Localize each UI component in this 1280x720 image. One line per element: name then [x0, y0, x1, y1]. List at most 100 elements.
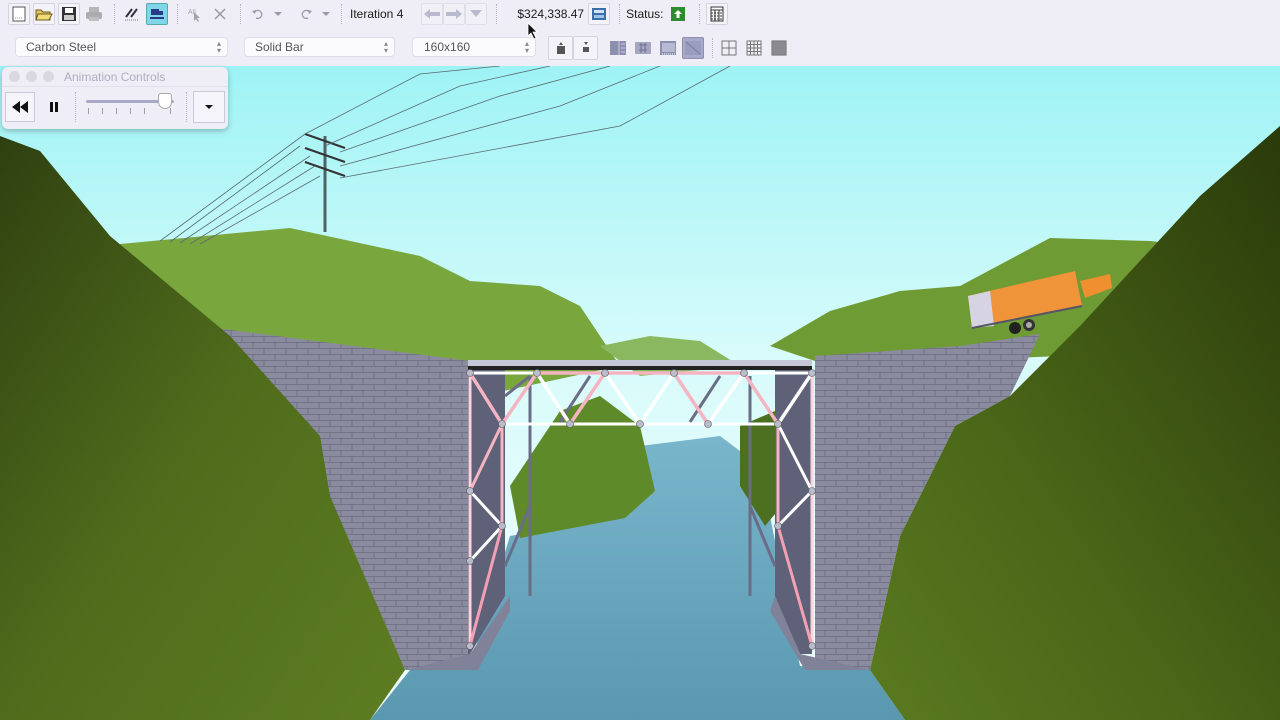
slider-thumb[interactable]	[158, 93, 173, 109]
redo-dropdown-button[interactable]	[320, 3, 332, 25]
toolbar-separator	[496, 4, 498, 24]
report-button[interactable]	[706, 3, 729, 25]
pause-button[interactable]	[39, 92, 69, 122]
slider-tick	[130, 108, 131, 114]
chevron-down-icon	[274, 12, 282, 16]
minimize-window-button[interactable]	[26, 71, 37, 82]
open-folder-button[interactable]	[33, 3, 55, 25]
slider-tick	[170, 108, 171, 114]
member-list-button[interactable]	[607, 37, 629, 59]
close-window-button[interactable]	[9, 71, 20, 82]
medium-grid-icon	[746, 40, 762, 56]
increase-size-icon	[556, 42, 565, 54]
fine-grid-button[interactable]	[768, 37, 790, 59]
decrease-size-button[interactable]	[573, 36, 598, 60]
rewind-button[interactable]	[5, 92, 35, 122]
decrease-size-icon	[582, 42, 589, 52]
zoom-window-button[interactable]	[43, 71, 54, 82]
new-document-icon	[12, 6, 26, 22]
updown-chevron-icon: ▴ ▾	[216, 39, 221, 55]
bridge-deck	[468, 360, 812, 366]
options-dropdown-button[interactable]	[193, 91, 225, 123]
status-indicator	[671, 7, 686, 21]
toolbar-separator	[699, 4, 701, 24]
member-details-button[interactable]	[657, 37, 679, 59]
material-select[interactable]: Carbon Steel ▴ ▾	[15, 37, 228, 57]
slider-tick	[102, 108, 103, 114]
member-list-icon	[610, 41, 626, 55]
animation-controls-palette: Animation Controls	[2, 67, 228, 129]
arrow-up-icon	[674, 10, 683, 18]
draw-members-button[interactable]	[121, 3, 143, 25]
medium-grid-button[interactable]	[743, 37, 765, 59]
draw-pencil-icon	[125, 8, 139, 21]
open-folder-icon	[35, 9, 53, 21]
toolbar-separator	[619, 4, 621, 24]
pause-icon	[50, 102, 58, 112]
cross-section-select[interactable]: Solid Bar ▴ ▾	[244, 37, 395, 57]
slider-tick	[88, 108, 89, 114]
delete-button[interactable]	[209, 3, 231, 25]
printer-icon	[86, 7, 102, 21]
close-x-icon	[214, 8, 226, 20]
template-button[interactable]	[682, 37, 704, 59]
next-iteration-button[interactable]	[443, 3, 466, 25]
palette-title: Animation Controls	[64, 69, 166, 84]
chevron-down-icon	[322, 12, 330, 16]
arrow-right-icon	[446, 9, 463, 19]
toolbar-separator	[186, 92, 187, 122]
toolbar-separator	[240, 4, 241, 24]
undo-icon	[252, 9, 263, 20]
toolbar-separator	[712, 38, 713, 58]
toolbar-separator	[177, 4, 178, 24]
cost-value: $324,338.47	[517, 7, 585, 21]
print-button[interactable]	[83, 3, 105, 25]
chevron-down-icon	[470, 10, 483, 17]
cross-section-value: Solid Bar	[255, 40, 304, 54]
save-button[interactable]	[58, 3, 80, 25]
toolbar-separator	[114, 4, 115, 24]
size-select[interactable]: 160x160 ▴ ▾	[412, 37, 536, 57]
member-table-icon	[635, 42, 651, 54]
member-table-button[interactable]	[632, 37, 654, 59]
report-grid-icon	[710, 6, 724, 22]
save-disk-icon	[62, 7, 76, 21]
bridge-3d-view[interactable]	[0, 66, 1280, 720]
status-label: Status:	[626, 7, 664, 21]
truck-load-test-icon	[150, 9, 164, 19]
new-document-button[interactable]	[8, 3, 30, 25]
increase-size-button[interactable]	[548, 36, 573, 60]
size-value: 160x160	[424, 40, 471, 54]
select-all-icon: All	[188, 9, 200, 22]
toolbar-separator	[75, 92, 76, 122]
calculator-icon	[592, 8, 607, 20]
slider-tick	[116, 108, 117, 114]
iteration-dropdown-button[interactable]	[465, 3, 488, 25]
undo-dropdown-button[interactable]	[272, 3, 284, 25]
chevron-down-icon	[205, 105, 213, 109]
material-value: Carbon Steel	[26, 40, 97, 54]
iteration-label: Iteration 4	[350, 7, 404, 21]
coarse-grid-icon	[721, 40, 737, 56]
bridge-designer-window: All Iteration 4 $324,338.47 Status: Carb…	[0, 0, 1280, 720]
palette-title-bar[interactable]: Animation Controls	[2, 67, 228, 87]
arrow-left-icon	[424, 9, 441, 19]
cost-calculator-button[interactable]	[588, 3, 611, 25]
template-icon	[685, 41, 701, 55]
select-all-button[interactable]: All	[184, 3, 206, 25]
slider-tick	[144, 108, 145, 114]
mouse-cursor-icon	[527, 22, 538, 40]
updown-chevron-icon: ▴ ▾	[383, 39, 388, 55]
main-toolbar: All Iteration 4 $324,338.47 Status:	[0, 0, 1280, 28]
load-test-button[interactable]	[146, 3, 168, 25]
undo-button[interactable]	[247, 3, 269, 25]
coarse-grid-button[interactable]	[718, 37, 740, 59]
toolbar-separator	[341, 4, 342, 24]
previous-iteration-button[interactable]	[421, 3, 444, 25]
member-details-icon	[660, 41, 676, 55]
redo-button[interactable]	[295, 3, 317, 25]
animation-speed-slider[interactable]	[86, 92, 186, 122]
fine-grid-icon	[771, 40, 787, 56]
redo-icon	[301, 9, 312, 20]
updown-chevron-icon: ▴ ▾	[524, 39, 529, 55]
